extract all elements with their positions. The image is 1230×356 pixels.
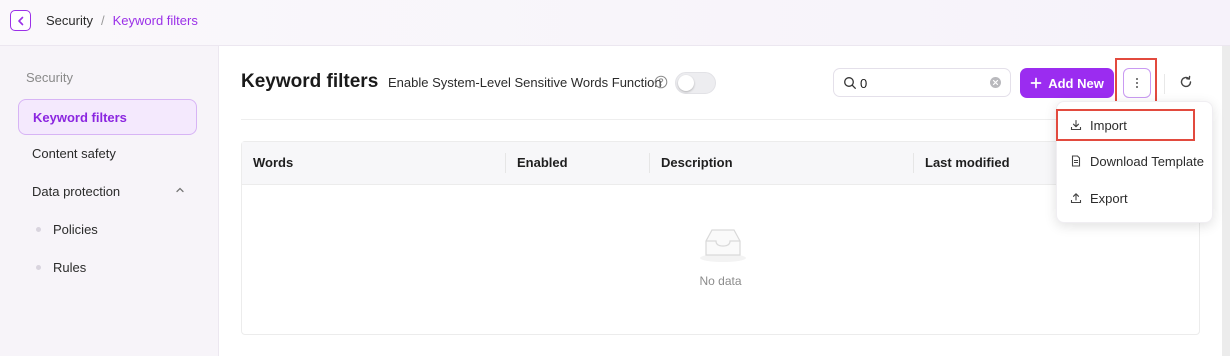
sidebar-subitem-label: Rules bbox=[53, 260, 87, 275]
bullet-dot bbox=[36, 265, 41, 270]
header-divider bbox=[241, 119, 1081, 120]
breadcrumb: Security / Keyword filters bbox=[46, 13, 198, 28]
column-header-enabled[interactable]: Enabled bbox=[517, 155, 568, 170]
sidebar-subitem-label: Policies bbox=[53, 222, 98, 237]
column-divider bbox=[913, 153, 914, 173]
refresh-icon[interactable] bbox=[1178, 74, 1194, 90]
download-icon bbox=[1070, 119, 1082, 131]
add-new-button[interactable]: Add New bbox=[1020, 68, 1114, 98]
chevron-left-icon bbox=[17, 16, 23, 25]
sidebar-group-title: Security bbox=[26, 70, 73, 85]
search-box[interactable] bbox=[833, 68, 1011, 97]
sidebar-item-label: Keyword filters bbox=[33, 109, 127, 125]
plus-icon bbox=[1030, 77, 1042, 89]
sidebar-item-data-protection[interactable]: Data protection bbox=[18, 173, 197, 209]
menu-item-label: Import bbox=[1090, 117, 1127, 133]
breadcrumb-separator: / bbox=[100, 13, 105, 28]
file-icon bbox=[1071, 155, 1081, 167]
menu-item-label: Download Template bbox=[1090, 153, 1204, 169]
search-icon bbox=[844, 77, 856, 89]
more-options-menu: Import Download Template Export bbox=[1056, 101, 1213, 223]
breadcrumb-current: Keyword filters bbox=[112, 13, 198, 28]
column-header-last-modified[interactable]: Last modified bbox=[925, 155, 1010, 170]
column-divider bbox=[649, 153, 650, 173]
empty-text: No data bbox=[699, 274, 742, 288]
more-options-button[interactable] bbox=[1123, 68, 1151, 98]
bullet-dot bbox=[36, 227, 41, 232]
menu-item-export[interactable]: Export bbox=[1057, 183, 1212, 213]
clear-icon[interactable] bbox=[989, 76, 1002, 89]
top-bar: Security / Keyword filters bbox=[0, 0, 1230, 46]
toolbar-divider bbox=[1164, 74, 1165, 94]
chevron-up-icon bbox=[176, 187, 184, 193]
empty-inbox-icon bbox=[700, 229, 746, 262]
column-header-words[interactable]: Words bbox=[253, 155, 293, 170]
toggle-knob bbox=[678, 75, 694, 91]
sidebar-item-content-safety[interactable]: Content safety bbox=[18, 135, 197, 171]
search-input[interactable] bbox=[860, 74, 980, 92]
sidebar-subitem-rules[interactable]: Rules bbox=[36, 260, 86, 275]
menu-item-download-template[interactable]: Download Template bbox=[1057, 146, 1212, 176]
help-circle-icon[interactable] bbox=[654, 75, 668, 89]
sidebar: Security Keyword filters Content safety … bbox=[0, 46, 219, 356]
sidebar-item-label: Data protection bbox=[32, 183, 121, 199]
back-button[interactable] bbox=[10, 10, 31, 31]
menu-item-label: Export bbox=[1090, 190, 1128, 206]
sidebar-item-label: Content safety bbox=[32, 145, 116, 161]
column-divider bbox=[505, 153, 506, 173]
upload-icon bbox=[1070, 193, 1082, 204]
sidebar-item-keyword-filters[interactable]: Keyword filters bbox=[18, 99, 197, 135]
sidebar-subitem-policies[interactable]: Policies bbox=[36, 222, 98, 237]
menu-item-import[interactable]: Import bbox=[1057, 110, 1212, 140]
toggle-label: Enable System-Level Sensitive Words Func… bbox=[388, 75, 662, 90]
add-new-label: Add New bbox=[1048, 75, 1104, 91]
breadcrumb-root[interactable]: Security bbox=[46, 13, 93, 28]
more-vertical-icon bbox=[1136, 78, 1138, 88]
sensitive-words-toggle[interactable] bbox=[675, 72, 716, 94]
column-header-description[interactable]: Description bbox=[661, 155, 733, 170]
page-title: Keyword filters bbox=[241, 71, 379, 92]
scrollbar[interactable] bbox=[1222, 46, 1230, 356]
